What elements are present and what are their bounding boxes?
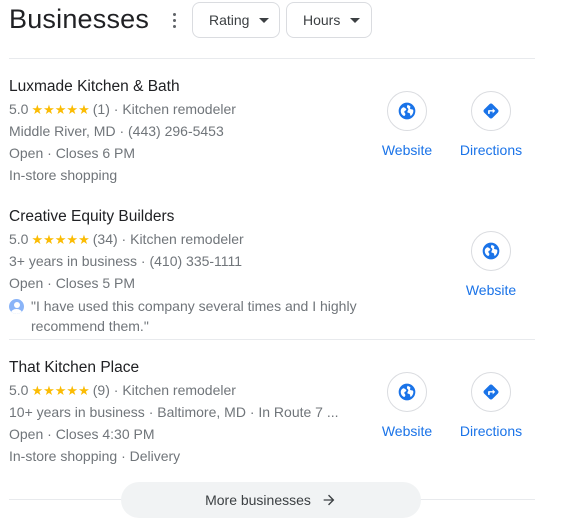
more-businesses-button[interactable]: More businesses	[121, 482, 421, 518]
rating-value: 5.0	[9, 101, 29, 117]
directions-icon	[471, 372, 511, 412]
rating-filter-chip[interactable]: Rating	[192, 2, 280, 38]
hours-filter-label: Hours	[303, 12, 341, 28]
divider	[9, 339, 535, 340]
star-rating-icon: ★★★★★	[31, 232, 90, 247]
website-button[interactable]: Website	[367, 91, 447, 159]
business-name[interactable]: That Kitchen Place	[9, 357, 139, 379]
review-snippet: "I have used this company several times …	[9, 296, 539, 336]
more-businesses-label: More businesses	[205, 492, 311, 508]
rating-value: 5.0	[9, 382, 29, 398]
website-label: Website	[465, 282, 517, 298]
review-text: "I have used this company several times …	[31, 298, 357, 334]
directions-button[interactable]: Directions	[451, 91, 531, 159]
directions-label: Directions	[459, 423, 523, 439]
website-button[interactable]: Website	[451, 231, 531, 299]
website-label: Website	[381, 423, 433, 439]
business-category: Kitchen remodeler	[130, 231, 244, 247]
business-name[interactable]: Creative Equity Builders	[9, 206, 174, 228]
directions-label: Directions	[459, 142, 523, 158]
review-count[interactable]: (9)	[93, 382, 110, 398]
business-category: Kitchen remodeler	[122, 382, 236, 398]
globe-icon	[387, 372, 427, 412]
business-category: Kitchen remodeler	[122, 101, 236, 117]
review-count[interactable]: (34)	[93, 231, 118, 247]
rating-value: 5.0	[9, 231, 29, 247]
directions-button[interactable]: Directions	[451, 372, 531, 440]
section-title: Businesses	[9, 4, 150, 34]
service-options: In-store shopping · Delivery	[9, 448, 181, 464]
divider	[9, 58, 535, 59]
arrow-right-icon	[321, 492, 337, 508]
rating-filter-label: Rating	[209, 12, 250, 28]
business-name[interactable]: Luxmade Kitchen & Bath	[9, 76, 180, 98]
review-count[interactable]: (1)	[93, 101, 110, 117]
star-rating-icon: ★★★★★	[31, 383, 90, 398]
star-rating-icon: ★★★★★	[31, 102, 90, 117]
globe-icon	[387, 91, 427, 131]
hours-filter-chip[interactable]: Hours	[286, 2, 372, 38]
caret-down-icon	[259, 17, 270, 23]
website-label: Website	[381, 142, 433, 158]
service-options: In-store shopping	[9, 167, 118, 183]
directions-icon	[471, 91, 511, 131]
caret-down-icon	[350, 17, 361, 23]
website-button[interactable]: Website	[367, 372, 447, 440]
more-vert-icon[interactable]	[168, 9, 180, 31]
globe-icon	[471, 231, 511, 271]
user-avatar-icon	[9, 299, 24, 314]
